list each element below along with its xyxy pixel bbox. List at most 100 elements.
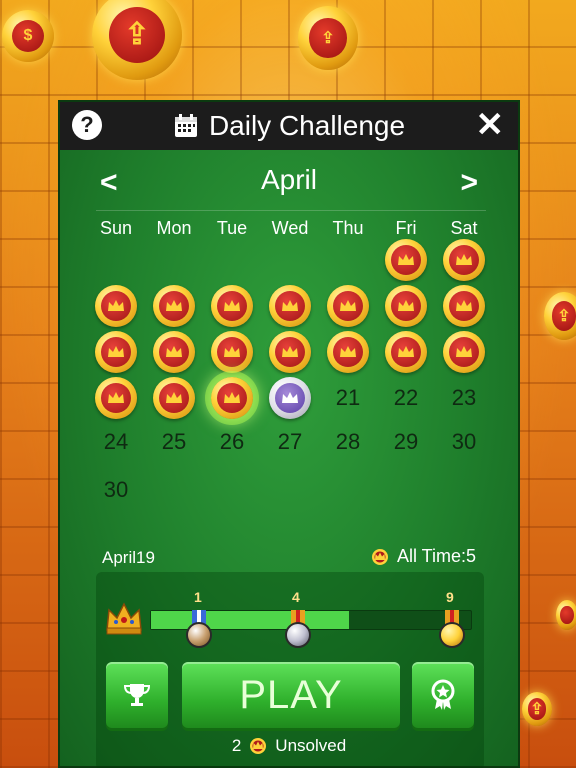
day-2[interactable] (435, 236, 493, 284)
trophy-icon (123, 684, 151, 706)
coin-decoration: ⇪ (544, 292, 576, 340)
crown-medal-icon (153, 377, 195, 419)
milestone-bronze-label: 1 (194, 589, 202, 605)
award-badge-icon (431, 679, 455, 710)
crown-medal-icon (211, 377, 253, 419)
day-25[interactable]: 25 (145, 418, 203, 466)
title-bar: ? Daily Challenge ✕ (60, 102, 518, 150)
crown-medal-icon (443, 239, 485, 281)
day-number: 25 (161, 429, 187, 454)
day-22[interactable]: 22 (377, 374, 435, 422)
crown-medal-silver-icon (269, 377, 311, 419)
crown-icon (371, 548, 388, 565)
day-16[interactable] (435, 328, 493, 376)
crown-medal-icon (95, 285, 137, 327)
prev-month-button[interactable]: < (100, 166, 118, 200)
weekday-tue: Tue (216, 218, 248, 238)
milestone-silver-label: 4 (292, 589, 300, 605)
unsolved-label: Unsolved (275, 736, 347, 755)
day-21[interactable]: 21 (319, 374, 377, 422)
day-12[interactable] (203, 328, 261, 376)
crown-medal-icon (327, 331, 369, 373)
crown-medal-icon (153, 285, 195, 327)
leaderboard-button[interactable] (106, 662, 168, 728)
day-7[interactable] (319, 282, 377, 330)
day-9[interactable] (435, 282, 493, 330)
crown-medal-icon (385, 285, 427, 327)
day-number: 30 (103, 477, 129, 502)
day-26[interactable]: 26 (203, 418, 261, 466)
coin-decoration: ⇪ (522, 692, 552, 726)
weekday-sun: Sun (99, 218, 133, 238)
play-label: PLAY (239, 672, 343, 717)
day-number: 23 (451, 385, 477, 410)
crown-medal-icon (443, 285, 485, 327)
crown-medal-icon (211, 331, 253, 373)
day-number: 30 (451, 429, 477, 454)
day-13[interactable] (261, 328, 319, 376)
day-6[interactable] (261, 282, 319, 330)
crown-medal-icon (269, 331, 311, 373)
day-number: 26 (219, 429, 245, 454)
crown-medal-icon (153, 331, 195, 373)
crown-medal-icon (95, 331, 137, 373)
close-button[interactable]: ✕ (476, 108, 505, 142)
coin-decoration: ⇪ (298, 6, 358, 70)
day-28[interactable]: 28 (319, 418, 377, 466)
all-time-label: All Time:5 (396, 546, 476, 566)
unsolved-status: 2 Unsolved (60, 736, 518, 756)
awards-button[interactable] (412, 662, 474, 728)
bronze-medal-icon (186, 622, 212, 648)
day-30-row6[interactable]: 30 (87, 466, 145, 514)
day-1[interactable] (377, 236, 435, 284)
month-header: < April > (60, 160, 518, 200)
day-20-today[interactable] (261, 374, 319, 422)
divider (96, 210, 486, 211)
day-3[interactable] (87, 282, 145, 330)
day-number: 22 (393, 385, 419, 410)
day-5[interactable] (203, 282, 261, 330)
day-19-selected[interactable] (203, 374, 261, 422)
crown-medal-icon (443, 331, 485, 373)
month-title: April (260, 164, 317, 195)
crown-medal-icon (211, 285, 253, 327)
day-17[interactable] (87, 374, 145, 422)
day-11[interactable] (145, 328, 203, 376)
coin-decoration: $ (2, 10, 54, 62)
day-15[interactable] (377, 328, 435, 376)
royal-crown-icon (106, 602, 142, 635)
coin-decoration (556, 600, 576, 630)
weekday-thu: Thu (332, 218, 364, 238)
crown-icon (250, 738, 267, 754)
calendar-icon (174, 114, 197, 137)
day-29[interactable]: 29 (377, 418, 435, 466)
day-27[interactable]: 27 (261, 418, 319, 466)
day-24[interactable]: 24 (87, 418, 145, 466)
day-30[interactable]: 30 (435, 418, 493, 466)
crown-medal-icon (385, 331, 427, 373)
day-23[interactable]: 23 (435, 374, 493, 422)
weekday-wed: Wed (271, 218, 309, 238)
weekday-mon: Mon (156, 218, 192, 238)
play-button[interactable]: PLAY (182, 662, 400, 728)
gold-medal-icon (439, 622, 465, 648)
day-8[interactable] (377, 282, 435, 330)
day-number: 21 (335, 385, 361, 410)
next-month-button[interactable]: > (460, 166, 478, 200)
day-14[interactable] (319, 328, 377, 376)
crown-medal-icon (327, 285, 369, 327)
day-10[interactable] (87, 328, 145, 376)
day-number: 27 (277, 429, 303, 454)
progress-fill (151, 611, 350, 629)
day-18[interactable] (145, 374, 203, 422)
crown-medal-icon (269, 285, 311, 327)
dialog-title: Daily Challenge (208, 110, 406, 141)
period-label: April19 (102, 548, 155, 567)
day-4[interactable] (145, 282, 203, 330)
day-number: 29 (393, 429, 419, 454)
unsolved-count: 2 (231, 736, 242, 755)
daily-challenge-panel: ? Daily Challenge ✕ < April > Sun Mon Tu… (58, 100, 520, 768)
day-number: 24 (103, 429, 129, 454)
crown-medal-icon (385, 239, 427, 281)
help-button[interactable]: ? (72, 110, 102, 140)
